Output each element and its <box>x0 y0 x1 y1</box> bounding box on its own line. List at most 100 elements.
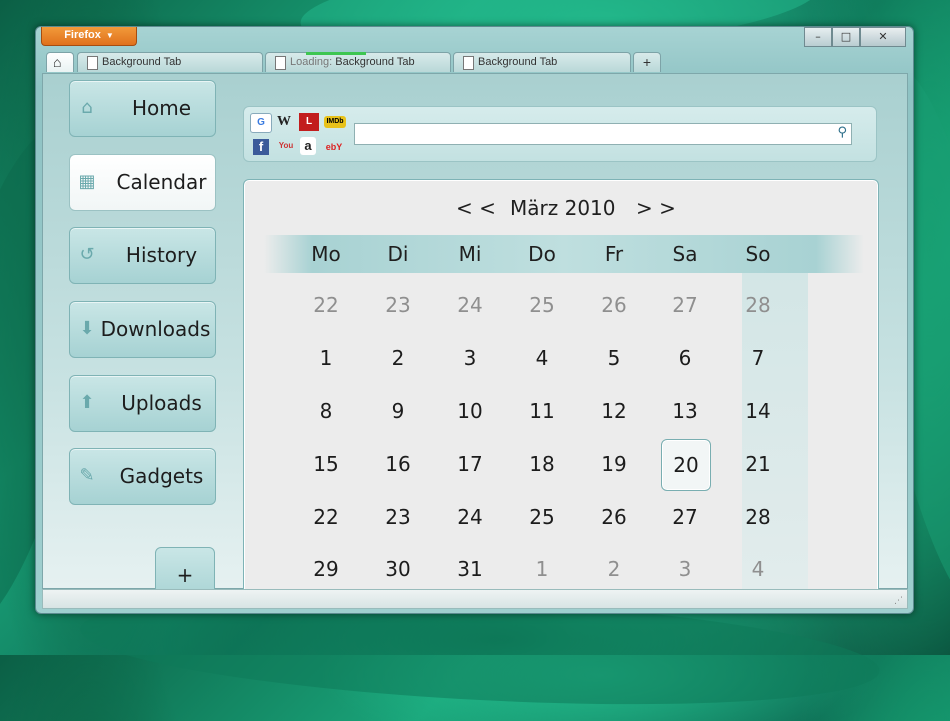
weekday-label-mi: Mi <box>458 242 482 266</box>
calendar-day[interactable]: 7 <box>733 333 783 383</box>
calendar-day[interactable]: 23 <box>373 492 423 542</box>
home-icon: ⌂ <box>81 97 93 118</box>
resize-grip-icon[interactable]: ⋰ <box>894 596 903 606</box>
chevron-down-icon: ▼ <box>105 31 114 40</box>
sidebar-item-label: Home <box>131 96 192 120</box>
history-icon: ↺ <box>79 244 95 265</box>
weekday-label-di: Di <box>387 242 409 266</box>
calendar-day[interactable]: 13 <box>660 386 710 436</box>
previous-month-button[interactable]: < < <box>456 196 496 220</box>
download-icon: ⬇ <box>79 318 95 339</box>
calendar-day[interactable]: 17 <box>445 439 495 489</box>
calendar-day[interactable]: 11 <box>517 386 567 436</box>
calendar-widget: < < März 2010 > > Mo Di Mi Do Fr Sa So 22 23 24 2… <box>243 179 879 605</box>
maximize-button[interactable]: □ <box>832 27 860 47</box>
leo-engine-icon[interactable]: L <box>299 113 319 131</box>
calendar-day[interactable]: 8 <box>301 386 351 436</box>
calendar-day[interactable]: 27 <box>660 492 710 542</box>
tab-label: Background Tab <box>478 56 558 68</box>
calendar-day[interactable]: 4 <box>517 333 567 383</box>
wrench-icon: ✎ <box>79 465 95 486</box>
calendar-day[interactable]: 25 <box>517 280 567 330</box>
calendar-day[interactable]: 25 <box>517 492 567 542</box>
search-input[interactable] <box>359 125 833 145</box>
calendar-day[interactable]: 10 <box>445 386 495 436</box>
firefox-menu-button[interactable]: Firefox ▼ <box>41 27 137 46</box>
browser-window: Firefox ▼ – □ ✕ ⌂ Background Tab Loading:… <box>35 26 914 614</box>
search-bar: G W L IMDb f You a ebY ⚲ <box>243 106 877 162</box>
firefox-menu-label: Firefox <box>64 29 101 41</box>
page-icon <box>87 56 98 70</box>
sidebar-item-history[interactable]: ↺ History <box>69 227 216 284</box>
calendar-day[interactable]: 5 <box>589 333 639 383</box>
calendar-day[interactable]: 28 <box>733 492 783 542</box>
ebay-engine-icon[interactable]: ebY <box>324 138 344 156</box>
sidebar-item-label: Uploads <box>121 391 202 415</box>
calendar-day[interactable]: 27 <box>660 280 710 330</box>
calendar-day[interactable]: 29 <box>301 544 351 594</box>
calendar-day[interactable]: 4 <box>733 544 783 594</box>
weekday-label-sa: Sa <box>672 242 698 266</box>
sidebar-item-label: Gadgets <box>119 464 204 488</box>
calendar-day[interactable]: 14 <box>733 386 783 436</box>
calendar-day[interactable]: 6 <box>660 333 710 383</box>
calendar-day[interactable]: 24 <box>445 280 495 330</box>
calendar-day[interactable]: 22 <box>301 280 351 330</box>
wikipedia-engine-icon[interactable]: W <box>274 113 294 131</box>
upload-icon: ⬆ <box>79 392 95 413</box>
minimize-button[interactable]: – <box>804 27 832 47</box>
youtube-engine-icon[interactable]: You <box>276 137 296 155</box>
page-icon <box>463 56 474 70</box>
calendar-day[interactable]: 31 <box>445 544 495 594</box>
calendar-day[interactable]: 21 <box>733 439 783 489</box>
calendar-day[interactable]: 30 <box>373 544 423 594</box>
calendar-day[interactable]: 22 <box>301 492 351 542</box>
calendar-day[interactable]: 19 <box>589 439 639 489</box>
calendar-day[interactable]: 15 <box>301 439 351 489</box>
close-button[interactable]: ✕ <box>860 27 906 47</box>
calendar-day[interactable]: 16 <box>373 439 423 489</box>
sidebar-item-label: History <box>125 243 198 267</box>
tab-background-1[interactable]: Background Tab <box>77 52 263 72</box>
search-icon[interactable]: ⚲ <box>837 125 847 140</box>
weekday-label-fr: Fr <box>604 242 624 266</box>
facebook-engine-icon[interactable]: f <box>253 139 269 155</box>
search-field: ⚲ <box>354 123 852 145</box>
sidebar-item-downloads[interactable]: ⬇ Downloads <box>69 301 216 358</box>
sidebar-item-uploads[interactable]: ⬆ Uploads <box>69 375 216 432</box>
sidebar-item-calendar[interactable]: ▦ Calendar <box>69 154 216 211</box>
calendar-day-today[interactable]: 20 <box>661 439 711 491</box>
calendar-day[interactable]: 3 <box>445 333 495 383</box>
calendar-icon: ▦ <box>78 171 96 192</box>
new-tab-button[interactable]: + <box>633 52 661 72</box>
sidebar-item-gadgets[interactable]: ✎ Gadgets <box>69 448 216 505</box>
amazon-engine-icon[interactable]: a <box>300 137 316 155</box>
calendar-day[interactable]: 12 <box>589 386 639 436</box>
sidebar-item-label: Downloads <box>100 317 211 341</box>
page-content: ⌂ Home ▦ Calendar ↺ History ⬇ Downloads … <box>42 73 908 605</box>
calendar-day[interactable]: 24 <box>445 492 495 542</box>
tab-background-3[interactable]: Background Tab <box>453 52 631 72</box>
calendar-day[interactable]: 26 <box>589 492 639 542</box>
calendar-day[interactable]: 1 <box>517 544 567 594</box>
weekday-label-mo: Mo <box>311 242 341 266</box>
tab-label: Background Tab <box>102 56 182 68</box>
calendar-day[interactable]: 18 <box>517 439 567 489</box>
calendar-day[interactable]: 1 <box>301 333 351 383</box>
tab-background-loading[interactable]: Loading: Background Tab <box>265 52 451 72</box>
status-bar: ⋰ <box>42 589 908 609</box>
sidebar-item-home[interactable]: ⌂ Home <box>69 80 216 137</box>
next-month-button[interactable]: > > <box>636 196 676 220</box>
calendar-day[interactable]: 26 <box>589 280 639 330</box>
imdb-engine-icon[interactable]: IMDb <box>324 116 346 128</box>
tab-home[interactable]: ⌂ <box>46 52 74 72</box>
tab-label-wrap: Loading: Background Tab <box>290 53 415 72</box>
calendar-day[interactable]: 23 <box>373 280 423 330</box>
calendar-day[interactable]: 2 <box>373 333 423 383</box>
calendar-day[interactable]: 28 <box>733 280 783 330</box>
tab-label: Background Tab <box>335 56 415 68</box>
google-engine-icon[interactable]: G <box>250 113 272 133</box>
calendar-day[interactable]: 9 <box>373 386 423 436</box>
calendar-day[interactable]: 3 <box>660 544 710 594</box>
calendar-day[interactable]: 2 <box>589 544 639 594</box>
